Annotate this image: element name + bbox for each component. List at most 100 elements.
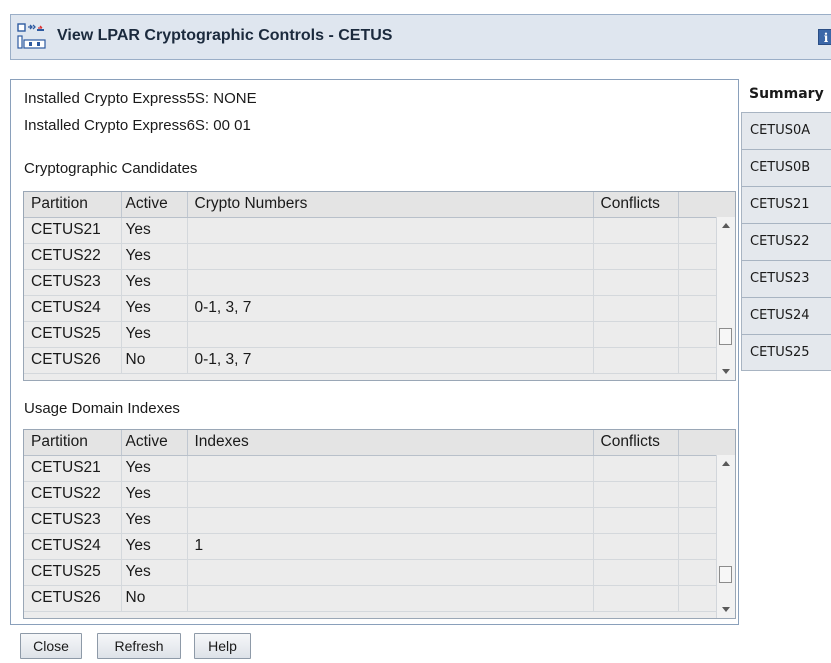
column-header-active[interactable]: Active [121,430,188,456]
cell-active: Yes [121,321,188,348]
scroll-down-arrow-icon[interactable] [722,369,730,374]
table-row[interactable]: CETUS24 Yes 0-1, 3, 7 [24,295,735,322]
table-header-row: Partition Active Crypto Numbers Conflict… [24,192,735,218]
cell-conflicts [593,269,679,296]
cell-conflicts [593,559,679,586]
usage-domain-indexes-heading: Usage Domain Indexes [24,400,180,417]
table-header-row: Partition Active Indexes Conflicts [24,430,735,456]
table-row[interactable]: CETUS24 Yes 1 [24,533,735,560]
help-button[interactable]: Help [194,633,251,659]
cell-indexes [187,559,594,586]
cell-indexes [187,585,594,612]
cell-active: Yes [121,507,188,534]
cell-active: Yes [121,243,188,270]
column-header-active[interactable]: Active [121,192,188,218]
cell-active: Yes [121,217,188,244]
column-header-conflicts[interactable]: Conflicts [593,192,679,218]
summary-tab-item[interactable]: CETUS21 [741,186,831,223]
cell-crypto-numbers: 0-1, 3, 7 [187,295,594,322]
cryptographic-candidates-heading: Cryptographic Candidates [24,160,198,177]
cell-crypto-numbers: 0-1, 3, 7 [187,347,594,374]
column-header-indexes[interactable]: Indexes [187,430,594,456]
info-icon[interactable]: i [818,29,831,45]
installed-express5s-text: Installed Crypto Express5S: NONE [24,90,257,107]
summary-tab-item[interactable]: CETUS0B [741,149,831,186]
cell-conflicts [593,217,679,244]
cell-partition: CETUS21 [24,217,122,244]
scroll-up-arrow-icon[interactable] [722,223,730,228]
cell-active: Yes [121,533,188,560]
column-header-blank [678,192,735,218]
column-header-partition[interactable]: Partition [24,430,122,456]
cell-partition: CETUS22 [24,481,122,508]
cell-partition: CETUS25 [24,321,122,348]
summary-tab-item[interactable]: CETUS24 [741,297,831,334]
table-row[interactable]: CETUS22 Yes [24,243,735,270]
cell-active: No [121,347,188,374]
cell-indexes [187,481,594,508]
summary-tab-list: CETUS0A CETUS0B CETUS21 CETUS22 CETUS23 … [741,112,831,371]
table-row[interactable]: CETUS21 Yes [24,455,735,482]
scroll-down-arrow-icon[interactable] [722,607,730,612]
summary-tab-item[interactable]: CETUS22 [741,223,831,260]
cell-partition: CETUS23 [24,507,122,534]
candidates-vertical-scrollbar[interactable] [716,217,735,380]
cell-partition: CETUS24 [24,533,122,560]
cell-partition: CETUS24 [24,295,122,322]
summary-tab-item[interactable]: CETUS23 [741,260,831,297]
cell-crypto-numbers [187,217,594,244]
lpar-crypto-icon [17,23,46,49]
cell-crypto-numbers [187,269,594,296]
table-row[interactable]: CETUS21 Yes [24,217,735,244]
column-header-partition[interactable]: Partition [24,192,122,218]
cell-active: Yes [121,559,188,586]
table-row[interactable]: CETUS25 Yes [24,559,735,586]
cell-crypto-numbers [187,243,594,270]
cell-partition: CETUS25 [24,559,122,586]
cell-partition: CETUS26 [24,347,122,374]
cell-conflicts [593,243,679,270]
cryptographic-candidates-table: Partition Active Crypto Numbers Conflict… [23,191,736,381]
cell-conflicts [593,455,679,482]
column-header-conflicts[interactable]: Conflicts [593,430,679,456]
scroll-thumb[interactable] [719,566,732,583]
cell-conflicts [593,507,679,534]
close-button[interactable]: Close [20,633,82,659]
cell-indexes [187,507,594,534]
cell-partition: CETUS23 [24,269,122,296]
summary-tab-item[interactable]: CETUS0A [741,112,831,149]
table-row[interactable]: CETUS23 Yes [24,269,735,296]
cell-conflicts [593,321,679,348]
scroll-up-arrow-icon[interactable] [722,461,730,466]
refresh-button[interactable]: Refresh [97,633,181,659]
cell-crypto-numbers [187,321,594,348]
cell-partition: CETUS21 [24,455,122,482]
table-row[interactable]: CETUS23 Yes [24,507,735,534]
cell-active: Yes [121,481,188,508]
scroll-thumb[interactable] [719,328,732,345]
window-title-bar: View LPAR Cryptographic Controls - CETUS… [10,14,831,60]
cell-conflicts [593,347,679,374]
usage-domain-indexes-table: Partition Active Indexes Conflicts CETUS… [23,429,736,619]
installed-express6s-text: Installed Crypto Express6S: 00 01 [24,117,251,134]
cell-conflicts [593,481,679,508]
cell-conflicts [593,533,679,560]
cell-active: Yes [121,455,188,482]
cell-partition: CETUS26 [24,585,122,612]
summary-heading: Summary [749,86,824,102]
cell-active: Yes [121,269,188,296]
table-row[interactable]: CETUS25 Yes [24,321,735,348]
cell-indexes: 1 [187,533,594,560]
table-row[interactable]: CETUS26 No 0-1, 3, 7 [24,347,735,374]
table-row[interactable]: CETUS22 Yes [24,481,735,508]
column-header-crypto-numbers[interactable]: Crypto Numbers [187,192,594,218]
table-row[interactable]: CETUS26 No [24,585,735,612]
cell-partition: CETUS22 [24,243,122,270]
summary-tab-item[interactable]: CETUS25 [741,334,831,371]
cell-active: Yes [121,295,188,322]
cell-conflicts [593,295,679,322]
cell-indexes [187,455,594,482]
column-header-blank [678,430,735,456]
usage-vertical-scrollbar[interactable] [716,455,735,618]
window-title: View LPAR Cryptographic Controls - CETUS [57,27,393,44]
